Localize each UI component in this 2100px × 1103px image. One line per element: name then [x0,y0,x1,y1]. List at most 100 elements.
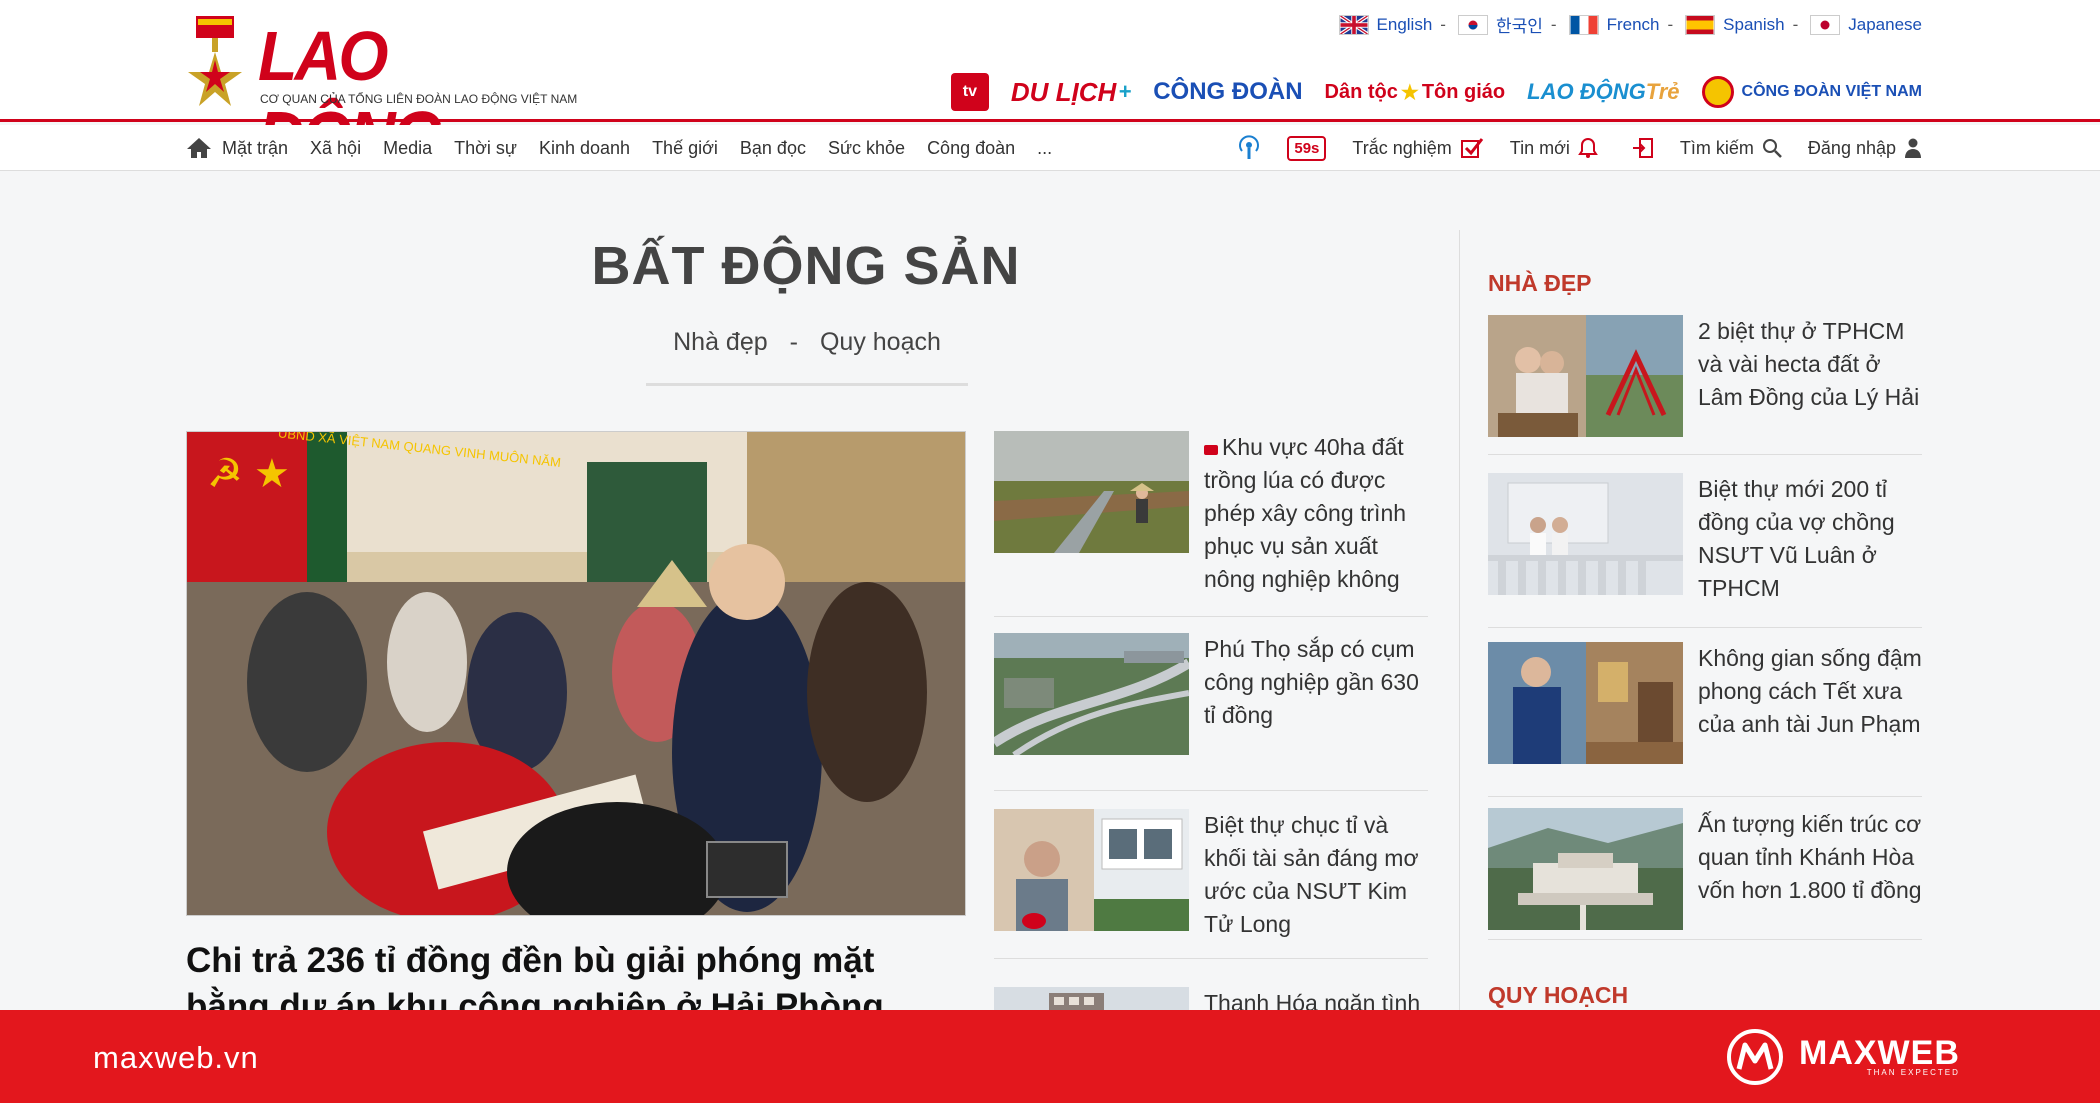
language-switcher: English - 한국인 - French - Spanish - Japanese [1333,12,1922,37]
article-thumbnail[interactable] [1488,473,1683,595]
column-divider [1459,230,1460,1010]
quiz-link[interactable]: Trắc nghiệm [1352,137,1483,159]
article-title[interactable]: Không gian sống đậm phong cách Tết xưa c… [1698,642,1922,741]
login-link[interactable]: Đăng nhập [1808,138,1922,159]
section-title: BẤT ĐỘNG SẢN [591,236,1021,296]
plus-icon: + [1118,79,1132,104]
main-nav: Mặt trận Xã hội Media Thời sự Kinh doanh… [0,125,2100,171]
footer-domain: maxweb.vn [93,1040,259,1075]
sidebar-article[interactable]: Biệt thự mới 200 tỉ đồng của vợ chồng NS… [1488,473,1922,628]
bell-icon [1578,137,1598,158]
maxweb-wordmark: MAXWEB [1799,1033,1960,1072]
logo-subtitle: CƠ QUAN CỦA TỔNG LIÊN ĐOÀN LAO ĐỘNG VIỆT… [260,92,578,106]
partner-congdoan-vietnam[interactable]: CÔNG ĐOÀN VIỆT NAM [1701,76,1922,108]
nav-item[interactable]: Bạn đọc [740,138,806,159]
lang-label: 한국인 [1495,17,1543,36]
article-title[interactable]: Khu vực 40ha đất trồng lúa có được phép … [1204,431,1428,596]
lang-korean[interactable]: 한국인 - [1457,12,1563,37]
france-flag-icon [1568,14,1599,35]
sidebar-article[interactable]: Không gian sống đậm phong cách Tết xưa c… [1488,642,1922,797]
subnav-quy-hoach[interactable]: Quy hoạch [820,328,941,383]
lang-label: French [1606,14,1660,34]
featured-photo: ☭ ★ UBND XÃ VIỆT NAM QUANG VINH MUÔN NĂM [187,432,965,915]
sidebar-article[interactable]: 2 biệt thự ở TPHCM và vài hecta đất ở Lâ… [1488,315,1922,455]
video-icon [1204,445,1218,455]
home-icon[interactable] [186,137,212,159]
sidebar: NHÀ ĐẸP 2 biệt thự ở TPHCM và vài hecta … [1488,270,1922,1008]
spain-flag-icon [1685,14,1716,35]
japan-flag-icon [1810,14,1841,35]
article-card[interactable]: Phú Thọ sắp có cụm công nghiệp gần 630 t… [994,633,1428,791]
search-label: Tìm kiếm [1679,137,1754,158]
lang-english[interactable]: English - [1338,14,1452,35]
tv-logo-icon: tv [950,73,989,111]
nav-item[interactable]: Media [383,138,432,159]
partner-brands: tv DU LỊCH + CÔNG ĐOÀN Dân tộc ★ Tôn giá… [929,64,1922,120]
sidebar-heading-nha-dep[interactable]: NHÀ ĐẸP [1488,270,1922,297]
search-icon [1762,139,1782,158]
news-59s-button[interactable]: 59s [1287,135,1327,161]
nav-item[interactable]: Thời sự [454,138,517,159]
partner-label: Dân tộc [1324,80,1398,103]
watermark-band: maxweb.vn MAXWEB THAN EXPECTED [0,1010,2100,1103]
podcast-icon [1239,135,1260,159]
partner-label: DU LỊCH [1010,76,1117,107]
uk-flag-icon [1338,14,1369,35]
article-thumbnail[interactable] [1488,315,1683,437]
partner-laodong-tre[interactable]: LAO ĐỘNG Trẻ [1527,79,1679,105]
svg-text:☭ ★: ☭ ★ [207,452,290,496]
article-title[interactable]: Ấn tượng kiến trúc cơ quan tỉnh Khánh Hò… [1698,808,1922,907]
article-title[interactable]: Biệt thự chục tỉ và khối tài sản đáng mơ… [1204,809,1428,941]
article-title[interactable]: 2 biệt thự ở TPHCM và vài hecta đất ở Lâ… [1698,315,1922,414]
article-thumbnail[interactable] [1488,642,1683,764]
article-card[interactable]: Biệt thự chục tỉ và khối tài sản đáng mơ… [994,791,1428,959]
partner-label: Tôn giáo [1421,80,1506,103]
nav-more[interactable]: ... [1037,138,1052,159]
nav-item[interactable]: Mặt trận [222,138,288,159]
korea-flag-icon [1457,14,1488,35]
nav-item[interactable]: Thế giới [652,138,718,159]
union-emblem-icon [1701,76,1734,108]
nav-item[interactable]: Xã hội [310,138,361,159]
lang-japanese[interactable]: Japanese [1810,14,1922,35]
star-icon: ★ [1400,81,1419,104]
article-title[interactable]: Biệt thự mới 200 tỉ đồng của vợ chồng NS… [1698,473,1922,605]
partner-dulich[interactable]: DU LỊCH + [1011,77,1131,108]
article-thumbnail[interactable] [1488,808,1683,930]
nav-item[interactable]: Công đoàn [927,138,1015,159]
search-link[interactable]: Tìm kiếm [1680,138,1782,159]
partner-laodong-tv[interactable]: tv [950,73,989,111]
lang-label: English [1376,14,1433,34]
maxweb-mark-icon [1727,1029,1783,1085]
article-title[interactable]: Phú Thọ sắp có cụm công nghiệp gần 630 t… [1204,633,1428,732]
quiz-label: Trắc nghiệm [1352,137,1452,158]
partner-label: LAO ĐỘNG [1527,79,1646,104]
lang-spanish[interactable]: Spanish - [1685,14,1804,35]
podcast-button[interactable] [1229,135,1261,161]
lang-label: Japanese [1848,14,1922,34]
partner-congdoan[interactable]: CÔNG ĐOÀN [1153,78,1302,106]
article-card[interactable]: Khu vực 40ha đất trồng lúa có được phép … [994,431,1428,617]
badge-59s: 59s [1287,135,1327,161]
latest-news-link[interactable]: Tin mới [1510,137,1598,159]
featured-article-image[interactable]: ☭ ★ UBND XÃ VIỆT NAM QUANG VINH MUÔN NĂM [186,431,966,916]
article-title-text: Khu vực 40ha đất trồng lúa có được phép … [1204,434,1407,592]
checkbox-check-icon [1460,138,1483,158]
article-thumbnail[interactable] [994,633,1189,755]
hero-medal-icon [188,16,242,106]
article-thumbnail[interactable] [994,431,1189,553]
partner-label: CÔNG ĐOÀN [1153,78,1303,105]
nav-item[interactable]: Kinh doanh [539,138,630,159]
site-header: LAO ĐỘNG CƠ QUAN CỦA TỔNG LIÊN ĐOÀN LAO … [0,0,2100,175]
sidebar-article[interactable]: Ấn tượng kiến trúc cơ quan tỉnh Khánh Hò… [1488,808,1922,940]
enter-button[interactable] [1624,137,1654,159]
article-thumbnail[interactable] [994,809,1189,931]
partner-dantoc-tongiao[interactable]: Dân tộc ★ Tôn giáo [1325,80,1506,105]
lang-french[interactable]: French - [1568,14,1680,35]
maxweb-logo: MAXWEB THAN EXPECTED [1725,1027,1985,1087]
subnav-nha-dep[interactable]: Nhà đẹp [673,328,768,383]
login-label: Đăng nhập [1807,137,1896,158]
nav-item[interactable]: Sức khỏe [828,138,905,159]
sidebar-heading-quy-hoach[interactable]: QUY HOẠCH [1488,982,1628,1009]
site-logo[interactable]: LAO ĐỘNG CƠ QUAN CỦA TỔNG LIÊN ĐOÀN LAO … [186,14,577,175]
